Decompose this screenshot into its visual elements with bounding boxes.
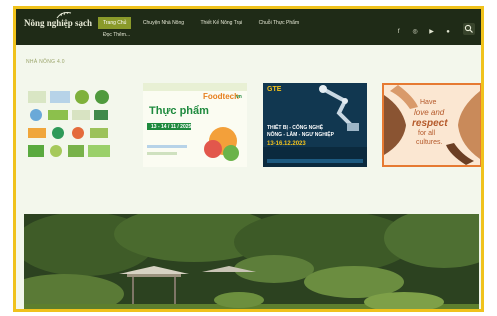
- card-certification-logos[interactable]: [24, 83, 128, 167]
- respect-line2: love and: [414, 108, 445, 117]
- respect-line4: for all: [418, 130, 436, 137]
- youtube-icon[interactable]: ▶: [427, 28, 436, 37]
- hero-banner-garden[interactable]: [24, 214, 479, 309]
- nav-item-farmer-stories[interactable]: Chuyện Nhà Nông: [138, 17, 189, 29]
- top-navigation-bar: Nông nghiệp sạch Trang Chủ Chuyện Nhà Nô…: [16, 9, 481, 45]
- search-icon: [464, 24, 473, 33]
- section-title: NHÀ NÔNG 4.0: [26, 59, 65, 65]
- nav-item-farm-design[interactable]: Thiết Kế Nông Trại: [195, 17, 247, 29]
- social-links: f ◎ ▶ ●: [391, 20, 475, 38]
- instagram-icon[interactable]: ◎: [411, 28, 420, 37]
- respect-line5: cultures.: [416, 139, 443, 146]
- foodtech-brand: Foodtech: [203, 92, 239, 101]
- page-frame: Nông nghiệp sạch Trang Chủ Chuyện Nhà Nô…: [13, 6, 484, 312]
- chat-icon[interactable]: ●: [444, 28, 453, 37]
- gte-line1: THIẾT BỊ - CÔNG NGHỆ: [267, 125, 324, 131]
- leaf-icon: [56, 11, 72, 19]
- respect-line3: respect: [412, 118, 448, 129]
- card-respect-cultures[interactable]: Have love and respect for all cultures.: [382, 83, 481, 167]
- site-logo[interactable]: Nông nghiệp sạch: [24, 11, 93, 28]
- gte-brand: GTE: [267, 86, 282, 93]
- gte-dates: 13-16.12.2023: [267, 141, 306, 147]
- card-foodtech-vietnam[interactable]: Foodtech vn Thực phẩm 13 - 14 / 11 / 202…: [143, 83, 247, 167]
- garden-photo: [24, 214, 479, 309]
- nav-item-food-chain[interactable]: Chuỗi Thực Phẩm: [254, 17, 305, 29]
- foodtech-headline: Thực phẩm: [149, 105, 209, 117]
- nav-item-home[interactable]: Trang Chủ: [98, 17, 132, 29]
- search-button[interactable]: [463, 22, 475, 35]
- respect-line1: Have: [420, 99, 437, 106]
- foodtech-brand-suffix: vn: [236, 94, 242, 100]
- main-menu: Trang Chủ Chuyện Nhà Nông Thiết Kế Nông …: [98, 17, 306, 38]
- card-gte-expo[interactable]: GTE THIẾT BỊ - CÔNG NGHỆ NÔNG - LÂM - NG…: [263, 83, 367, 167]
- certification-logos-image: [28, 90, 110, 157]
- nav-item-read-more[interactable]: Đọc Thêm...: [98, 29, 135, 41]
- foodtech-dates: 13 - 14 / 11 / 2025: [151, 124, 192, 130]
- gte-line2: NÔNG - LÂM - NGƯ NGHIỆP: [267, 132, 334, 138]
- site-logo-text: Nông nghiệp sạch: [24, 18, 93, 28]
- facebook-icon[interactable]: f: [394, 28, 403, 37]
